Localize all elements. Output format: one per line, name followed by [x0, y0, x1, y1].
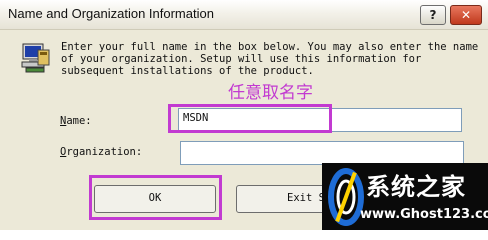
title-bar[interactable]: Name and Organization Information ? ✕	[0, 0, 488, 30]
name-label-text: ame:	[66, 115, 92, 127]
computer-setup-icon	[21, 43, 50, 73]
site-watermark: 系统之家 www.Ghost123.com	[322, 163, 488, 230]
description-line-3: subsequent installations of the product.	[61, 65, 314, 77]
ok-highlight-box	[89, 175, 222, 220]
help-icon: ?	[429, 8, 437, 22]
name-label: Name:	[60, 115, 92, 127]
organization-label-text: rganization:	[66, 146, 143, 158]
watermark-title: 系统之家	[366, 173, 466, 201]
description-line-1: Enter your full name in the box below. Y…	[61, 41, 479, 53]
help-button[interactable]: ?	[420, 5, 446, 25]
window-title: Name and Organization Information	[8, 6, 214, 21]
organization-label: Organization:	[60, 146, 142, 158]
annotation-text: 任意取名字	[228, 83, 313, 103]
organization-input[interactable]	[180, 141, 464, 165]
close-icon: ✕	[460, 8, 472, 22]
close-button[interactable]: ✕	[450, 5, 482, 25]
setup-dialog: Name and Organization Information ? ✕ En…	[0, 0, 488, 230]
name-highlight-box	[168, 104, 332, 133]
description-line-2: of your organization. Setup will use thi…	[61, 53, 422, 65]
watermark-url: www.Ghost123.com	[360, 207, 488, 222]
